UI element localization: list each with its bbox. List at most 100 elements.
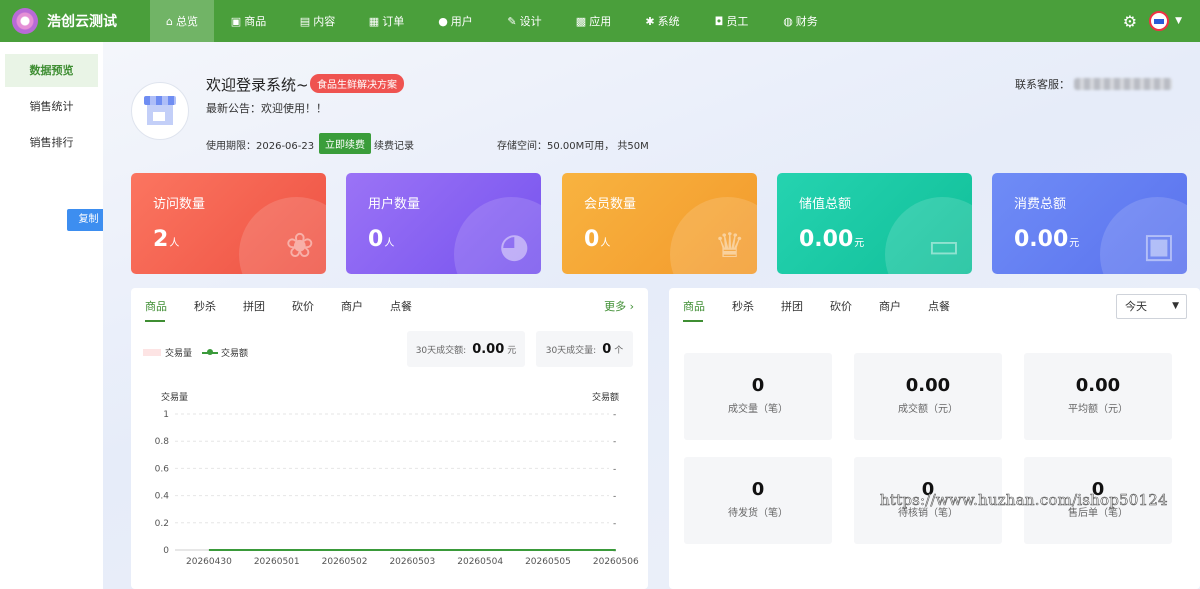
trade-line-chart: 交易量 交易额0 -0.2 -0.4 -0.6 -0.8 -1 -20260430 202605… xyxy=(155,391,639,567)
kpi-tile: 0 售后单（笔） xyxy=(1024,457,1172,544)
latest-notice: 最新公告：欢迎使用！！ xyxy=(206,102,327,115)
nav-item-label: 设计 xyxy=(519,15,542,28)
stat-card-number: 0.00 xyxy=(799,227,854,252)
legend-bar-label[interactable]: 交易量 xyxy=(165,346,192,359)
tab-0[interactable]: 商品 xyxy=(145,298,194,322)
grid-icon: ▩ xyxy=(575,14,587,28)
tab-5[interactable]: 点餐 xyxy=(390,298,439,322)
nav-item-label: 内容 xyxy=(313,15,336,28)
date-range-value: 今天 xyxy=(1125,300,1147,313)
stat-card-value: 0人 xyxy=(368,227,394,252)
nav-item-label: 总览 xyxy=(175,15,198,28)
users-icon: ◕ xyxy=(499,226,529,266)
tab-4[interactable]: 商户 xyxy=(879,298,928,322)
thirty-day-volume-value: 0 xyxy=(602,341,612,357)
kpi-value: 0 xyxy=(751,375,765,396)
y-axis-right-label: 交易额 xyxy=(592,391,619,403)
lock-icon: ◘ xyxy=(714,14,724,28)
y-tick-right: - xyxy=(613,519,616,529)
nav-item-6[interactable]: ▩ 应用 xyxy=(559,0,628,42)
nav-item-label: 财务 xyxy=(795,15,818,28)
expiry-date: 使用期限：2026-06-23 xyxy=(206,141,315,152)
nav-item-5[interactable]: ✎ 设计 xyxy=(490,0,559,42)
stat-card-unit: 人 xyxy=(384,238,395,249)
nav-item-7[interactable]: ✱ 系统 xyxy=(628,0,697,42)
sidebar-item-sales-ranking[interactable]: 销售排行 xyxy=(5,126,98,159)
nav-item-label: 用户 xyxy=(450,15,473,28)
kpi-label: 成交量（笔） xyxy=(728,404,788,415)
stat-card-stored-value[interactable]: 储值总额 0.00元 ▭ xyxy=(777,173,972,274)
tab-5[interactable]: 点餐 xyxy=(928,298,977,322)
x-tick-label: 20260506 xyxy=(593,557,639,567)
legend-line-label[interactable]: 交易额 xyxy=(221,346,248,359)
kpi-tile: 0 待发货（笔） xyxy=(684,457,832,544)
brand[interactable]: 浩创云测试 xyxy=(0,8,150,34)
nav-item-label: 订单 xyxy=(382,15,405,28)
tab-1[interactable]: 秒杀 xyxy=(732,298,781,322)
y-tick-left: 0.2 xyxy=(155,519,169,529)
document-icon: ▤ xyxy=(299,14,311,28)
thirty-day-volume-unit: 个 xyxy=(614,345,624,356)
sidebar-item-sales-stats[interactable]: 销售统计 xyxy=(5,90,98,123)
nav-item-0[interactable]: ⌂ 总览 xyxy=(150,0,214,42)
nav-item-8[interactable]: ◘ 员工 xyxy=(697,0,766,42)
storage-info: 存储空间：50.00M可用， 共50M xyxy=(497,141,649,152)
more-link[interactable]: 更多 › xyxy=(604,298,634,314)
y-tick-right: - xyxy=(613,437,616,447)
nav-item-label: 商品 xyxy=(244,15,267,28)
thirty-day-amount-unit: 元 xyxy=(507,345,517,356)
renew-record-link[interactable]: 续费记录 xyxy=(374,137,414,152)
tab-4[interactable]: 商户 xyxy=(341,298,390,322)
kpi-value: 0.00 xyxy=(905,375,951,396)
tab-2[interactable]: 拼团 xyxy=(243,298,292,322)
stat-card-label: 会员数量 xyxy=(584,197,637,212)
stat-card-consumption[interactable]: 消费总额 0.00元 ▣ xyxy=(992,173,1187,274)
kpi-value: 0.00 xyxy=(1075,375,1121,396)
trade-chart-panel: 商品 秒杀 拼团 砍价 商户 点餐 更多 › 交易量 交易额 30天成交额: 0.00 元… xyxy=(131,288,648,589)
settings-gear-icon[interactable]: ⚙ xyxy=(1123,12,1137,31)
nav-item-4[interactable]: ● 用户 xyxy=(421,0,490,42)
thirty-day-amount-box: 30天成交额: 0.00 元 xyxy=(407,331,525,367)
stat-card-unit: 人 xyxy=(600,238,611,249)
tab-0[interactable]: 商品 xyxy=(683,298,732,322)
nav-item-label: 员工 xyxy=(726,15,749,28)
customer-service-label: 联系客服： xyxy=(1015,78,1070,91)
tab-3[interactable]: 砍价 xyxy=(292,298,341,322)
main-nav: ⌂ 总览 ▣ 商品 ▤ 内容 ▦ 订单 ● 用户 ✎ 设计 ▩ 应用 ✱ 系统 ◘ 员工 ◍ 财务 xyxy=(150,0,835,42)
gear-icon: ✱ xyxy=(645,14,655,28)
y-tick-right: - xyxy=(613,410,616,420)
stat-card-label: 消费总额 xyxy=(1014,197,1067,212)
brush-icon: ✎ xyxy=(507,14,517,28)
main-content: 欢迎登录系统~ 食品生鲜解决方案 最新公告：欢迎使用！！ 使用期限：2026-0… xyxy=(103,42,1200,589)
sidebar-item-data-preview[interactable]: 数据预览 xyxy=(5,54,98,87)
y-tick-left: 1 xyxy=(163,410,169,420)
customer-service: 联系客服： xyxy=(1015,76,1172,92)
nav-item-label: 系统 xyxy=(657,15,680,28)
x-tick-label: 20260430 xyxy=(186,557,232,567)
stat-card-visits[interactable]: 访问数量 2人 ❀ xyxy=(131,173,326,274)
date-range-select[interactable]: 今天 ▼ xyxy=(1116,294,1187,319)
thirty-day-volume-box: 30天成交量: 0 个 xyxy=(536,331,633,367)
nav-item-9[interactable]: ◍ 财务 xyxy=(766,0,835,42)
nav-item-2[interactable]: ▤ 内容 xyxy=(283,0,352,42)
nav-item-3[interactable]: ▦ 订单 xyxy=(352,0,421,42)
tab-3[interactable]: 砍价 xyxy=(830,298,879,322)
tab-2[interactable]: 拼团 xyxy=(781,298,830,322)
user-icon: ● xyxy=(438,14,448,28)
kpi-label: 平均额（元） xyxy=(1068,404,1128,415)
renew-button[interactable]: 立即续费 xyxy=(319,133,371,154)
brand-name: 浩创云测试 xyxy=(47,14,117,30)
y-tick-left: 0 xyxy=(163,546,169,556)
store-avatar xyxy=(131,82,189,140)
stat-card-members[interactable]: 会员数量 0人 ♛ xyxy=(562,173,757,274)
thirty-day-amount-label: 30天成交额: xyxy=(415,345,467,356)
kpi-tile: 0.00 平均额（元） xyxy=(1024,353,1172,440)
chart-legend: 交易量 交易额 xyxy=(143,346,248,359)
chevron-down-icon[interactable]: ▼ xyxy=(1175,16,1182,26)
stat-card-users[interactable]: 用户数量 0人 ◕ xyxy=(346,173,541,274)
money-bag-icon: ◍ xyxy=(783,14,793,28)
tab-1[interactable]: 秒杀 xyxy=(194,298,243,322)
stat-card-number: 0 xyxy=(368,227,384,252)
nav-item-1[interactable]: ▣ 商品 xyxy=(214,0,283,42)
user-avatar[interactable] xyxy=(1149,11,1170,31)
